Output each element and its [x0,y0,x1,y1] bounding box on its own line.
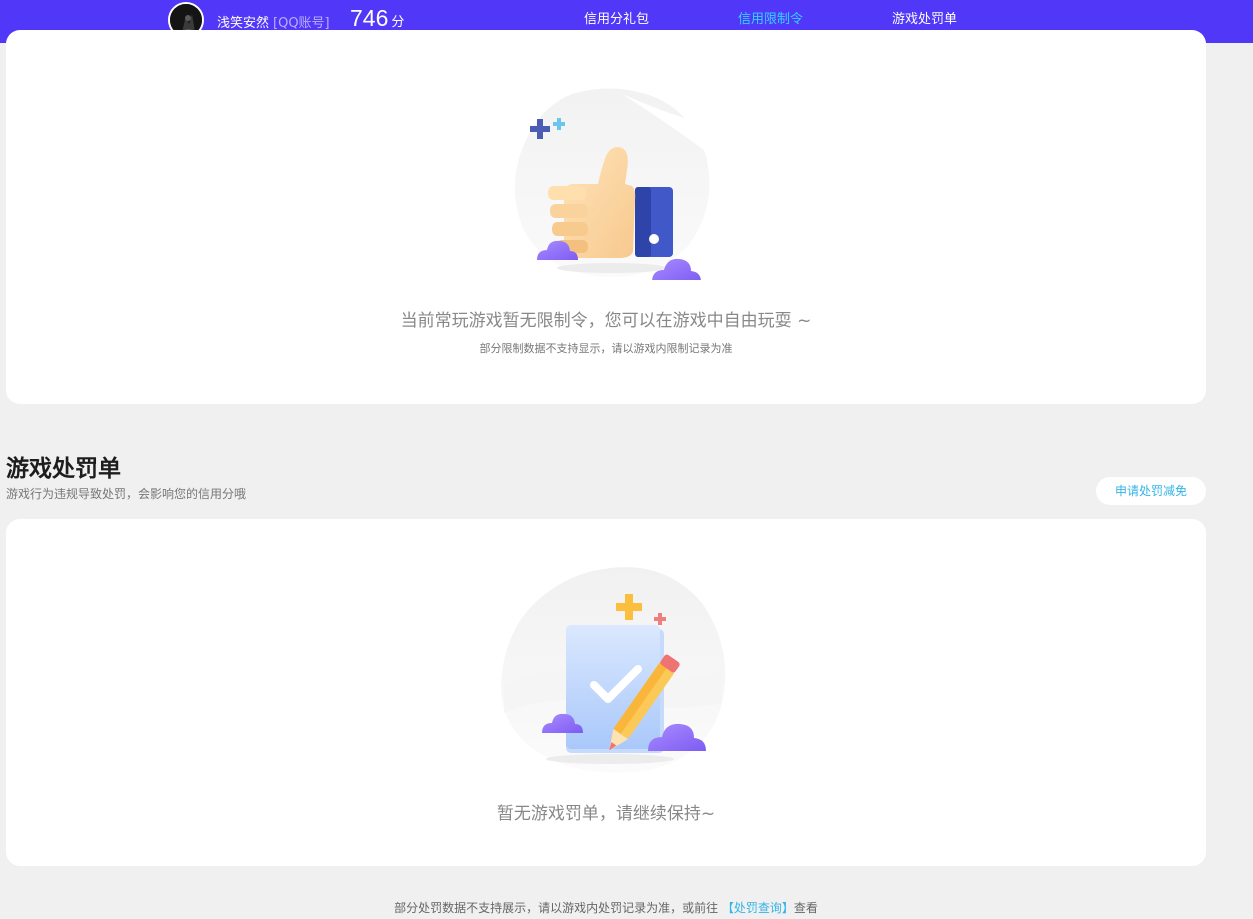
penalty-query-link[interactable]: 【处罚查询】 [722,901,794,915]
restriction-empty-subtitle: 部分限制数据不支持显示，请以游戏内限制记录为准 [479,342,733,355]
user-name: 浅笑安然 [QQ账号] [217,12,330,31]
penalty-section-title: 游戏处罚单 [6,456,121,482]
penalty-section-description: 游戏行为违规导致处罚，会影响您的信用分哦 [6,487,247,501]
checklist-pencil-icon [501,567,726,773]
credit-score: 746 分 [350,5,404,32]
apply-penalty-reduction-button[interactable]: 申请处罚减免 [1096,477,1206,505]
restriction-empty-title: 当前常玩游戏暂无限制令，您可以在游戏中自由玩耍 ~ [400,311,812,331]
footer-note-suffix: 查看 [793,901,818,915]
tab-credit-restriction-label: 信用限制令 [738,12,804,27]
penalty-card: 暂无游戏罚单，请继续保持~ [6,519,1206,866]
penalty-footer-note: 部分处罚数据不支持展示，请以游戏内处罚记录为准，或前往 【处罚查询】查看 [0,899,1212,916]
credit-score-value: 746 [350,5,389,31]
restriction-card: 当前常玩游戏暂无限制令，您可以在游戏中自由玩耍 ~ 部分限制数据不支持显示，请以… [6,30,1206,404]
footer-note-prefix: 部分处罚数据不支持展示，请以游戏内处罚记录为准，或前往 [394,901,722,915]
credit-score-unit: 分 [391,14,405,29]
user-name-text: 浅笑安然 [217,16,270,31]
account-type-label: [QQ账号] [273,16,330,31]
tab-game-penalty-label: 游戏处罚单 [892,12,958,27]
penalty-empty-title: 暂无游戏罚单，请继续保持~ [496,804,716,824]
thumbs-up-icon [514,88,712,280]
tab-credit-gift-label: 信用分礼包 [584,12,650,27]
